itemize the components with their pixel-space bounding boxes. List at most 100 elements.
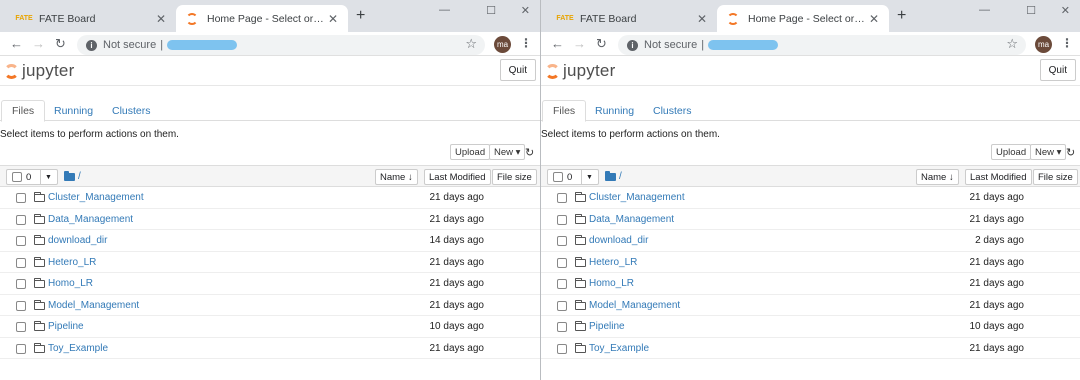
item-name-link[interactable]: Hetero_LR <box>48 257 96 268</box>
tab-files[interactable]: Files <box>542 100 587 122</box>
item-checkbox[interactable] <box>557 257 567 268</box>
item-name-link[interactable]: Homo_LR <box>48 278 93 289</box>
tab-running[interactable]: Running <box>585 100 644 121</box>
minimize-icon[interactable]: — <box>439 4 450 16</box>
maximize-icon[interactable]: ☐ <box>1026 4 1036 17</box>
item-name-link[interactable]: Cluster_Management <box>589 192 685 203</box>
file-list-item[interactable]: download_dir 2 days ago <box>541 230 1080 252</box>
item-name-link[interactable]: Data_Management <box>589 214 674 225</box>
info-icon[interactable]: i <box>86 39 97 51</box>
bookmark-star-icon[interactable]: ☆ <box>465 36 477 52</box>
item-name-link[interactable]: Toy_Example <box>48 343 108 354</box>
window-close-icon[interactable]: ✕ <box>1061 4 1070 17</box>
profile-avatar[interactable]: ma <box>494 36 511 53</box>
item-checkbox[interactable] <box>557 300 567 311</box>
item-name-link[interactable]: download_dir <box>48 235 108 246</box>
file-list-item[interactable]: Toy_Example 21 days ago <box>541 338 1080 359</box>
upload-button[interactable]: Upload <box>991 144 1032 160</box>
file-list-item[interactable]: Hetero_LR 21 days ago <box>0 252 540 273</box>
item-name-link[interactable]: Model_Management <box>48 300 139 311</box>
quit-button[interactable]: Quit <box>1039 59 1076 81</box>
select-all-checkbox[interactable] <box>553 172 563 182</box>
file-list-item[interactable]: Pipeline 10 days ago <box>0 316 540 338</box>
item-name-link[interactable]: Data_Management <box>48 214 133 225</box>
file-list-item[interactable]: Model_Management 21 days ago <box>0 295 540 316</box>
file-list-item[interactable]: Pipeline 10 days ago <box>541 316 1080 338</box>
profile-avatar[interactable]: ma <box>1035 36 1052 53</box>
tab-running[interactable]: Running <box>44 100 103 121</box>
sort-by-size-button[interactable]: File size <box>492 169 537 185</box>
file-list-item[interactable]: Cluster_Management 21 days ago <box>541 187 1080 209</box>
browser-tab-fate-board[interactable]: FATE FATE Board ✕ <box>8 5 176 32</box>
select-all-dropdown[interactable]: 0 ▼ <box>547 169 599 185</box>
file-list-item[interactable]: Hetero_LR 21 days ago <box>541 252 1080 273</box>
item-name-link[interactable]: Homo_LR <box>589 278 634 289</box>
item-checkbox[interactable] <box>557 343 567 354</box>
item-checkbox[interactable] <box>16 214 26 225</box>
item-name-link[interactable]: Hetero_LR <box>589 257 637 268</box>
item-checkbox[interactable] <box>16 257 26 268</box>
file-list-item[interactable]: Data_Management 21 days ago <box>541 209 1080 230</box>
refresh-icon[interactable]: ↻ <box>525 144 539 160</box>
sort-by-modified-button[interactable]: Last Modified <box>965 169 1032 185</box>
sort-by-name-button[interactable]: Name ↓ <box>916 169 959 185</box>
tab-clusters[interactable]: Clusters <box>643 100 702 121</box>
jupyter-logo[interactable]: jupyter <box>545 61 615 81</box>
new-dropdown-button[interactable]: New ▾ <box>1030 144 1067 160</box>
item-checkbox[interactable] <box>16 300 26 311</box>
item-checkbox[interactable] <box>557 236 567 246</box>
item-checkbox[interactable] <box>557 279 567 289</box>
forward-arrow-icon[interactable]: → <box>573 36 586 51</box>
select-all-dropdown[interactable]: 0 ▼ <box>6 169 58 185</box>
reload-icon[interactable]: ↻ <box>596 36 607 52</box>
item-name-link[interactable]: Toy_Example <box>589 343 649 354</box>
item-checkbox[interactable] <box>557 193 567 203</box>
breadcrumb-path[interactable]: / <box>619 171 622 182</box>
item-name-link[interactable]: download_dir <box>589 235 649 246</box>
file-list-item[interactable]: Homo_LR 21 days ago <box>541 273 1080 295</box>
breadcrumb-path[interactable]: / <box>78 171 81 182</box>
menu-kebab-icon[interactable]: ⋮ <box>1061 36 1073 50</box>
file-list-item[interactable]: download_dir 14 days ago <box>0 230 540 252</box>
breadcrumb[interactable]: / <box>64 170 81 182</box>
browser-tab-jupyter-home[interactable]: Home Page - Select or create a notebook … <box>176 5 348 32</box>
tab-files[interactable]: Files <box>1 100 46 122</box>
new-dropdown-button[interactable]: New ▾ <box>489 144 526 160</box>
bookmark-star-icon[interactable]: ☆ <box>1006 36 1018 52</box>
sort-by-size-button[interactable]: File size <box>1033 169 1078 185</box>
breadcrumb[interactable]: / <box>605 170 622 182</box>
address-bar[interactable]: i Not secure | ☆ <box>77 35 485 55</box>
back-arrow-icon[interactable]: ← <box>551 36 564 51</box>
file-list-item[interactable]: Model_Management 21 days ago <box>541 295 1080 316</box>
item-checkbox[interactable] <box>557 322 567 332</box>
address-bar[interactable]: i Not secure | ☆ <box>618 35 1026 55</box>
upload-button[interactable]: Upload <box>450 144 491 160</box>
menu-kebab-icon[interactable]: ⋮ <box>520 36 532 50</box>
forward-arrow-icon[interactable]: → <box>32 36 45 51</box>
browser-tab-jupyter-home[interactable]: Home Page - Select or create a notebook … <box>717 5 889 32</box>
tab-clusters[interactable]: Clusters <box>102 100 161 121</box>
tab-close-icon[interactable]: ✕ <box>695 12 709 26</box>
file-list-item[interactable]: Homo_LR 21 days ago <box>0 273 540 295</box>
tab-close-icon[interactable]: ✕ <box>326 12 340 26</box>
tab-close-icon[interactable]: ✕ <box>867 12 881 26</box>
tab-close-icon[interactable]: ✕ <box>154 12 168 26</box>
info-icon[interactable]: i <box>627 39 638 51</box>
file-list-item[interactable]: Toy_Example 21 days ago <box>0 338 540 359</box>
minimize-icon[interactable]: — <box>979 4 990 16</box>
item-checkbox[interactable] <box>16 322 26 332</box>
file-list-item[interactable]: Cluster_Management 21 days ago <box>0 187 540 209</box>
file-list-item[interactable]: Data_Management 21 days ago <box>0 209 540 230</box>
select-all-checkbox[interactable] <box>12 172 22 182</box>
sort-by-name-button[interactable]: Name ↓ <box>375 169 418 185</box>
back-arrow-icon[interactable]: ← <box>10 36 23 51</box>
item-checkbox[interactable] <box>16 236 26 246</box>
quit-button[interactable]: Quit <box>499 59 536 81</box>
sort-by-modified-button[interactable]: Last Modified <box>424 169 491 185</box>
item-checkbox[interactable] <box>16 279 26 289</box>
item-checkbox[interactable] <box>557 214 567 225</box>
new-tab-icon[interactable]: + <box>897 7 906 25</box>
refresh-icon[interactable]: ↻ <box>1066 144 1080 160</box>
new-tab-icon[interactable]: + <box>356 7 365 25</box>
browser-tab-fate-board[interactable]: FATE FATE Board ✕ <box>549 5 717 32</box>
